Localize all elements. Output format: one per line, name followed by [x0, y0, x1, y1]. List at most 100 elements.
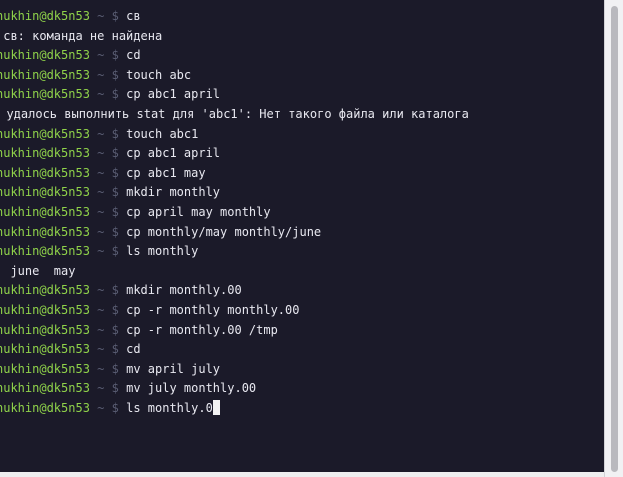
prompt-user-host: nukhin@dk5n53 [0, 342, 90, 357]
prompt-user-host: nukhin@dk5n53 [0, 322, 90, 337]
prompt-user-host: nukhin@dk5n53 [0, 126, 90, 141]
prompt-tilde: ~ [97, 67, 105, 82]
prompt-dollar: $ [111, 322, 119, 337]
prompt-dollar: $ [111, 302, 119, 317]
prompt-user-host: nukhin@dk5n53 [0, 9, 90, 23]
prompt-dollar: $ [111, 224, 119, 239]
prompt-line: nukhin@dk5n53 ~ $ mkdir monthly.00 [0, 281, 469, 301]
command-text: mkdir monthly.00 [126, 283, 242, 298]
command-text: cp -r monthly.00 /tmp [126, 322, 278, 337]
command-text: cd [126, 342, 141, 357]
prompt-user-host: nukhin@dk5n53 [0, 146, 90, 161]
prompt-dollar: $ [111, 165, 119, 180]
command-text: cp abc1 april [126, 146, 221, 161]
prompt-line: nukhin@dk5n53 ~ $ cp abc1 april [0, 144, 469, 164]
prompt-tilde: ~ [97, 283, 105, 298]
output-line: е удалось выполнить stat для 'abc1': Нет… [0, 105, 469, 125]
prompt-user-host: nukhin@dk5n53 [0, 381, 90, 396]
prompt-user-host: nukhin@dk5n53 [0, 283, 90, 298]
prompt-line: nukhin@dk5n53 ~ $ cd [0, 340, 469, 360]
prompt-tilde: ~ [97, 361, 105, 376]
command-text: cp april may monthly [126, 204, 271, 219]
scrollbar-thumb[interactable] [611, 6, 618, 472]
prompt-tilde: ~ [97, 165, 105, 180]
command-text: touch abc [126, 67, 192, 82]
vertical-scrollbar[interactable] [604, 0, 623, 477]
command-text: mv april july [126, 361, 221, 376]
prompt-dollar: $ [111, 67, 119, 82]
command-text: cp abc1 april [126, 87, 221, 102]
prompt-line: nukhin@dk5n53 ~ $ touch abc [0, 66, 469, 86]
prompt-dollar: $ [111, 87, 119, 102]
prompt-user-host: nukhin@dk5n53 [0, 244, 90, 259]
command-output-text: св: команда не найдена [0, 28, 163, 43]
output-line: св: команда не найдена [0, 27, 469, 47]
prompt-line: nukhin@dk5n53 ~ $ cp abc1 april [0, 85, 469, 105]
prompt-user-host: nukhin@dk5n53 [0, 185, 90, 200]
prompt-tilde: ~ [97, 302, 105, 317]
command-output-text: е удалось выполнить stat для 'abc1': Нет… [0, 106, 469, 121]
prompt-line: nukhin@dk5n53 ~ $ ls monthly [0, 242, 469, 262]
prompt-user-host: nukhin@dk5n53 [0, 87, 90, 102]
prompt-dollar: $ [111, 381, 119, 396]
prompt-line: nukhin@dk5n53 ~ $ cp monthly/may monthly… [0, 223, 469, 243]
prompt-line: nukhin@dk5n53 ~ $ cp abc1 may [0, 164, 469, 184]
command-text: cp abc1 may [126, 165, 206, 180]
prompt-line: nukhin@dk5n53 ~ $ mv april july [0, 360, 469, 380]
prompt-tilde: ~ [97, 224, 105, 239]
prompt-tilde: ~ [97, 244, 105, 259]
prompt-tilde: ~ [97, 48, 105, 63]
prompt-tilde: ~ [97, 400, 105, 415]
prompt-tilde: ~ [97, 204, 105, 219]
window-bottom-edge [0, 472, 604, 477]
prompt-tilde: ~ [97, 9, 105, 23]
command-text: cd [126, 48, 141, 63]
terminal-lines: nukhin@dk5n53 ~ $ св св: команда не найд… [0, 7, 469, 418]
prompt-line: nukhin@dk5n53 ~ $ mv july monthly.00 [0, 379, 469, 399]
command-text: ls monthly [126, 244, 199, 259]
prompt-tilde: ~ [97, 126, 105, 141]
prompt-line: nukhin@dk5n53 ~ $ cd [0, 46, 469, 66]
prompt-user-host: nukhin@dk5n53 [0, 361, 90, 376]
terminal-window: nukhin@dk5n53 ~ $ св св: команда не найд… [0, 0, 623, 477]
prompt-tilde: ~ [97, 381, 105, 396]
command-text: cp -r monthly monthly.00 [126, 302, 300, 317]
output-line: june may [0, 262, 469, 282]
prompt-dollar: $ [111, 342, 119, 357]
prompt-line: nukhin@dk5n53 ~ $ cp april may monthly [0, 203, 469, 223]
prompt-line: nukhin@dk5n53 ~ $ mkdir monthly [0, 183, 469, 203]
prompt-dollar: $ [111, 244, 119, 259]
prompt-dollar: $ [111, 185, 119, 200]
prompt-user-host: nukhin@dk5n53 [0, 302, 90, 317]
prompt-dollar: $ [111, 283, 119, 298]
prompt-line: nukhin@dk5n53 ~ $ touch abc1 [0, 125, 469, 145]
prompt-line: nukhin@dk5n53 ~ $ св [0, 7, 469, 27]
command-text: mv july monthly.00 [126, 381, 257, 396]
prompt-dollar: $ [111, 126, 119, 141]
command-text: cp monthly/may monthly/june [126, 224, 322, 239]
prompt-dollar: $ [111, 361, 119, 376]
prompt-dollar: $ [111, 400, 119, 415]
command-text: св [126, 9, 141, 23]
prompt-tilde: ~ [97, 342, 105, 357]
prompt-user-host: nukhin@dk5n53 [0, 204, 90, 219]
prompt-line: nukhin@dk5n53 ~ $ cp -r monthly monthly.… [0, 301, 469, 321]
prompt-tilde: ~ [97, 146, 105, 161]
prompt-dollar: $ [111, 204, 119, 219]
prompt-dollar: $ [111, 48, 119, 63]
prompt-user-host: nukhin@dk5n53 [0, 165, 90, 180]
prompt-line: nukhin@dk5n53 ~ $ cp -r monthly.00 /tmp [0, 321, 469, 341]
prompt-user-host: nukhin@dk5n53 [0, 400, 90, 415]
command-output-text: june may [0, 263, 76, 278]
prompt-dollar: $ [111, 9, 119, 23]
prompt-tilde: ~ [97, 87, 105, 102]
prompt-user-host: nukhin@dk5n53 [0, 67, 90, 82]
command-text: ls monthly.0 [126, 400, 213, 415]
command-text: mkdir monthly [126, 185, 221, 200]
prompt-dollar: $ [111, 146, 119, 161]
prompt-line: nukhin@dk5n53 ~ $ ls monthly.0 [0, 399, 469, 419]
text-cursor [212, 399, 220, 415]
prompt-tilde: ~ [97, 322, 105, 337]
terminal-output-area[interactable]: nukhin@dk5n53 ~ $ св св: команда не найд… [0, 0, 604, 472]
prompt-tilde: ~ [97, 185, 105, 200]
